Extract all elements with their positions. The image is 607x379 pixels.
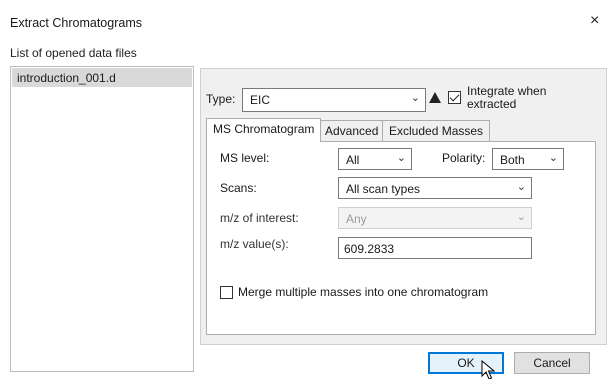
polarity-label: Polarity:: [442, 151, 486, 165]
list-item[interactable]: introduction_001.d: [12, 68, 192, 87]
polarity-select[interactable]: Both ⌄: [492, 148, 564, 170]
polarity-value: Both: [500, 153, 525, 167]
merge-label: Merge multiple masses into one chromatog…: [238, 285, 489, 299]
type-value: EIC: [250, 93, 271, 107]
cancel-button[interactable]: Cancel: [514, 352, 590, 374]
ms-level-value: All: [346, 153, 360, 167]
chevron-down-icon: ⌄: [516, 211, 526, 223]
tab-ms-chromatogram[interactable]: MS Chromatogram: [206, 118, 322, 142]
chevron-down-icon: ⌄: [516, 181, 526, 193]
mz-values-input[interactable]: 609.2833: [338, 237, 532, 259]
dialog-title: Extract Chromatograms: [10, 16, 142, 30]
mz-interest-value: Any: [346, 212, 367, 226]
files-list[interactable]: introduction_001.d: [10, 66, 194, 372]
type-label: Type:: [206, 92, 236, 106]
merge-checkbox[interactable]: [220, 286, 233, 299]
chevron-down-icon: ⌄: [548, 152, 558, 164]
ms-level-label: MS level:: [220, 151, 270, 165]
close-icon[interactable]: ×: [590, 13, 604, 29]
files-list-label: List of opened data files: [10, 46, 137, 60]
mouse-pointer-icon: [481, 360, 495, 379]
mz-interest-select: Any ⌄: [338, 207, 532, 229]
mz-interest-label: m/z of interest:: [220, 211, 299, 225]
mz-values-label: m/z value(s):: [220, 237, 289, 251]
warning-icon: [429, 92, 441, 103]
chevron-down-icon: ⌄: [396, 152, 406, 164]
integrate-checkbox[interactable]: [448, 91, 461, 104]
scans-label: Scans:: [220, 181, 257, 195]
mz-values-text: 609.2833: [344, 242, 395, 256]
type-select[interactable]: EIC ⌄: [242, 88, 426, 112]
chevron-down-icon: ⌄: [410, 92, 420, 104]
integrate-label: Integrate when extracted: [467, 84, 547, 111]
scans-value: All scan types: [346, 182, 421, 196]
ms-level-select[interactable]: All ⌄: [338, 148, 412, 170]
tab-advanced[interactable]: Advanced: [318, 120, 386, 141]
tab-excluded-masses[interactable]: Excluded Masses: [382, 120, 491, 141]
scans-select[interactable]: All scan types ⌄: [338, 177, 532, 199]
